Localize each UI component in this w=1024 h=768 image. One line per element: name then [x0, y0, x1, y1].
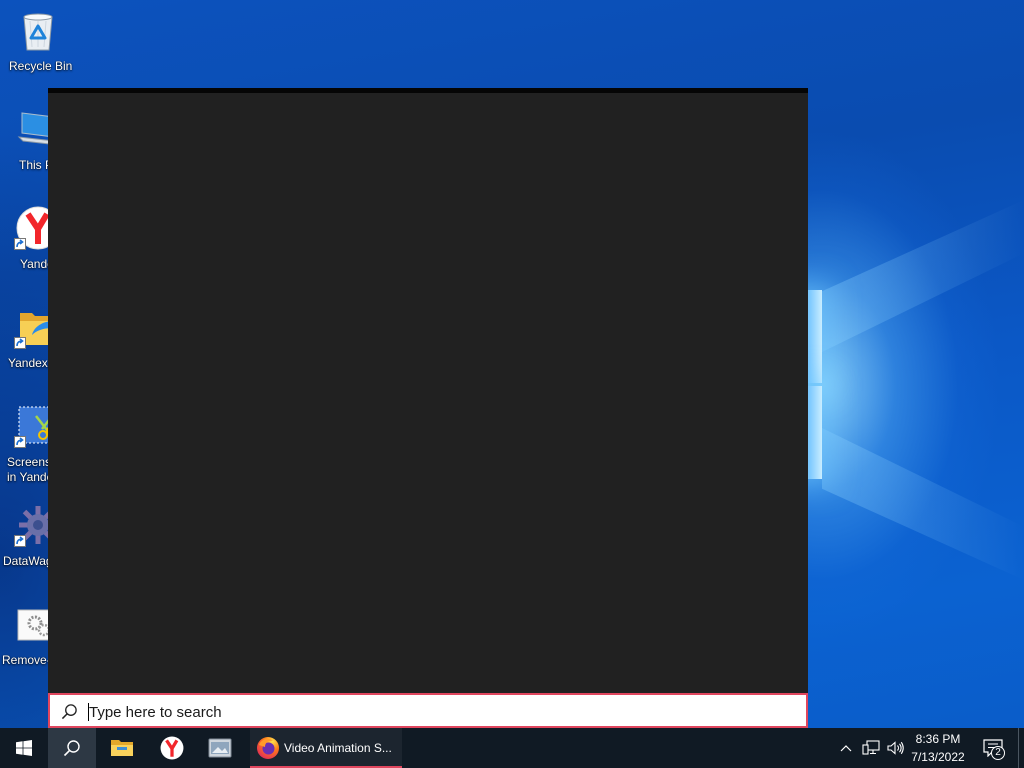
- search-flyout-panel: [48, 88, 808, 693]
- desktop-icon-label: Screens in Yande: [7, 455, 54, 484]
- taskbar-yandex-browser[interactable]: [148, 728, 196, 768]
- shortcut-arrow-icon: [14, 436, 26, 448]
- start-button[interactable]: [0, 728, 48, 768]
- notification-count-badge: 2: [991, 746, 1005, 760]
- network-icon: [862, 740, 880, 755]
- desktop-icon-label: DataWag: [3, 554, 53, 568]
- desktop-icon-label: Yandex.: [8, 356, 52, 370]
- show-desktop-button[interactable]: [1018, 728, 1024, 768]
- chevron-up-icon: [840, 745, 852, 752]
- desktop-icon-label: Recycle Bin: [9, 59, 73, 73]
- clock-date: 7/13/2022: [911, 750, 965, 764]
- taskbar-app[interactable]: [196, 728, 244, 768]
- windows-logo-icon: [16, 740, 32, 756]
- clock-time: 8:36 PM: [915, 732, 961, 746]
- light-rays: [822, 200, 1024, 580]
- taskbar-firefox-window[interactable]: Video Animation S...: [250, 728, 402, 768]
- app-window-icon: [208, 738, 232, 758]
- taskbar-file-explorer[interactable]: [98, 728, 146, 768]
- taskbar: Video Animation S... 8:36 PM 7/13/2022 2: [0, 728, 1024, 768]
- shortcut-arrow-icon: [14, 337, 26, 349]
- search-icon: [61, 704, 77, 720]
- volume-button[interactable]: [884, 728, 906, 768]
- network-status-button[interactable]: [860, 728, 882, 768]
- action-center-button[interactable]: 2: [975, 728, 1011, 768]
- search-box[interactable]: [48, 693, 808, 728]
- desktop-icon-label: Remove-: [2, 653, 51, 667]
- taskbar-search-button[interactable]: [48, 728, 96, 768]
- firefox-icon: [257, 737, 279, 759]
- shortcut-arrow-icon: [14, 238, 26, 250]
- volume-icon: [887, 741, 904, 755]
- taskbar-window-title: Video Animation S...: [284, 741, 392, 755]
- desktop-icon-recycle-bin[interactable]: Recycle Bin: [0, 6, 76, 98]
- shortcut-arrow-icon: [14, 535, 26, 547]
- file-explorer-icon: [111, 740, 133, 756]
- recycle-bin-icon: [23, 13, 53, 51]
- yandex-browser-icon: [160, 736, 184, 760]
- search-input[interactable]: [89, 697, 789, 728]
- search-icon: [63, 740, 80, 757]
- show-hidden-icons-button[interactable]: [836, 728, 856, 768]
- clock[interactable]: 8:36 PM 7/13/2022: [906, 728, 970, 768]
